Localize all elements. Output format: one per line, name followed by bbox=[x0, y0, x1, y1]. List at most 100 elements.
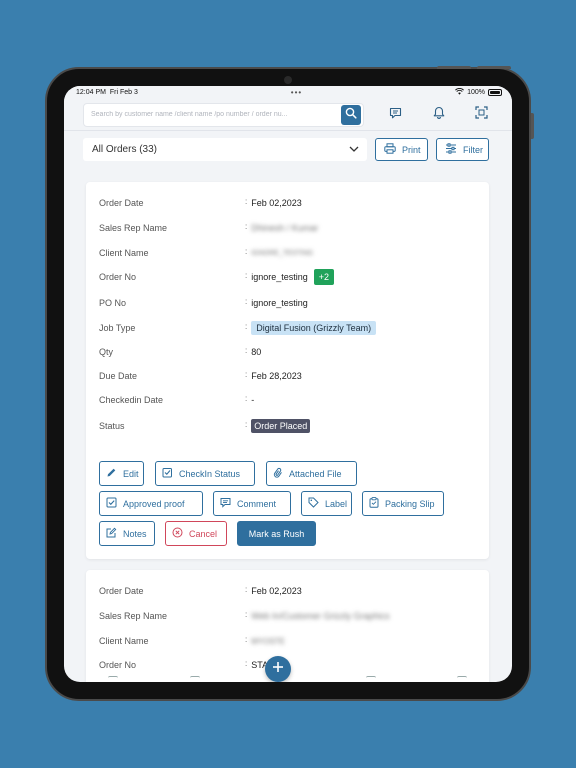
field-label: Order Date bbox=[99, 198, 144, 208]
message-icon bbox=[389, 106, 402, 124]
job-type-badge: Digital Fusion (Grizzly Team) bbox=[251, 321, 377, 335]
field-label: Order No bbox=[99, 660, 137, 670]
label-label: Label bbox=[325, 498, 348, 509]
print-label: Print bbox=[402, 144, 421, 155]
search-button[interactable] bbox=[341, 104, 361, 125]
battery-icon bbox=[488, 89, 502, 96]
tablet-frame: 12:04 PM Fri Feb 3 ••• 100% Search by cu… bbox=[45, 66, 534, 701]
field-label: Order No bbox=[99, 272, 137, 282]
field-separator: : bbox=[245, 321, 248, 331]
tab-icon[interactable] bbox=[108, 676, 118, 681]
attached-file-button[interactable]: Attached File bbox=[266, 461, 357, 486]
tag-icon bbox=[308, 497, 319, 510]
field-sales-rep: Sales Rep Name : Web In/Customer Grizzly… bbox=[99, 610, 390, 622]
mark-as-rush-button[interactable]: Mark as Rush bbox=[237, 521, 316, 546]
cancel-label: Cancel bbox=[189, 528, 218, 539]
notes-label: Notes bbox=[123, 528, 147, 539]
field-value: ignore_testing bbox=[251, 272, 308, 282]
checkin-status-button[interactable]: CheckIn Status bbox=[155, 461, 255, 486]
field-separator: : bbox=[245, 221, 248, 231]
mark-as-rush-label: Mark as Rush bbox=[248, 528, 305, 539]
approved-proof-button[interactable]: Approved proof bbox=[99, 491, 203, 516]
field-label: Checkedin Date bbox=[99, 395, 164, 405]
field-job-type: Job Type : Digital Fusion (Grizzly Team) bbox=[99, 321, 377, 335]
field-label: Due Date bbox=[99, 371, 138, 381]
note-edit-icon bbox=[106, 527, 117, 540]
field-client-name: Client Name : MYOSTE bbox=[99, 634, 285, 647]
filter-button[interactable]: Filter bbox=[436, 138, 489, 161]
notifications-button[interactable] bbox=[417, 103, 460, 127]
hardware-button bbox=[437, 66, 471, 69]
battery-percent: 100% bbox=[467, 89, 485, 96]
status-time: 12:04 PM bbox=[76, 89, 106, 96]
field-separator: : bbox=[245, 584, 248, 594]
field-separator: : bbox=[245, 246, 248, 256]
bell-icon bbox=[433, 106, 445, 124]
field-label: Sales Rep Name bbox=[99, 223, 168, 233]
field-due-date: Due Date : Feb 28,2023 bbox=[99, 370, 302, 382]
field-value: ignore_testing bbox=[251, 298, 308, 308]
status-badge: Order Placed bbox=[251, 419, 311, 433]
field-value: Feb 02,2023 bbox=[251, 586, 302, 596]
orders-list: Order Date : Feb 02,2023 Sales Rep Name … bbox=[64, 168, 512, 682]
field-value: 80 bbox=[251, 347, 262, 357]
field-checkedin-date: Checkedin Date : - bbox=[99, 394, 255, 406]
field-client-name: Client Name : IGNORE_TESTING bbox=[99, 246, 314, 259]
orders-filter-dropdown[interactable]: All Orders (33) bbox=[83, 138, 367, 161]
field-separator: : bbox=[245, 658, 248, 668]
scan-icon bbox=[475, 105, 488, 124]
field-order-date: Order Date : Feb 02,2023 bbox=[99, 197, 302, 209]
tab-icon[interactable] bbox=[366, 676, 376, 681]
chevron-down-icon bbox=[349, 144, 359, 155]
field-value: - bbox=[251, 395, 255, 405]
tab-icon[interactable] bbox=[457, 676, 467, 681]
label-button[interactable]: Label bbox=[301, 491, 352, 516]
printer-icon bbox=[384, 143, 396, 156]
status-date: Fri Feb 3 bbox=[109, 89, 138, 96]
field-separator: : bbox=[245, 296, 248, 306]
field-po-no: PO No : ignore_testing bbox=[99, 296, 308, 309]
scan-button[interactable] bbox=[460, 103, 503, 127]
close-circle-icon bbox=[172, 527, 183, 540]
add-order-button[interactable] bbox=[265, 656, 291, 682]
packing-slip-label: Packing Slip bbox=[385, 498, 435, 509]
hardware-button bbox=[531, 113, 534, 139]
checkbox-edit-icon bbox=[162, 467, 173, 480]
dropdown-selected-value: All Orders (33) bbox=[92, 144, 158, 155]
field-label: Sales Rep Name bbox=[99, 611, 168, 621]
search-input[interactable] bbox=[91, 111, 341, 118]
field-status: Status : Order Placed bbox=[99, 419, 311, 433]
approved-proof-label: Approved proof bbox=[123, 498, 185, 509]
wifi-icon bbox=[455, 88, 465, 97]
print-button[interactable]: Print bbox=[375, 138, 428, 161]
messages-button[interactable] bbox=[374, 103, 417, 127]
field-order-no: Order No : STA bbox=[99, 658, 268, 671]
field-separator: : bbox=[245, 634, 248, 644]
field-label: Qty bbox=[99, 347, 114, 357]
plus-icon bbox=[272, 660, 284, 678]
tab-icon[interactable] bbox=[190, 676, 200, 681]
field-label: Client Name bbox=[99, 636, 149, 646]
multitask-dots[interactable]: ••• bbox=[291, 88, 302, 97]
field-label: PO No bbox=[99, 298, 127, 308]
comment-button[interactable]: Comment bbox=[213, 491, 291, 516]
comment-label: Comment bbox=[237, 498, 277, 509]
field-value: Web In/Customer Grizzly Graphics bbox=[251, 611, 390, 621]
edit-button[interactable]: Edit bbox=[99, 461, 144, 486]
paperclip-icon bbox=[273, 467, 283, 481]
field-label: Status bbox=[99, 421, 125, 431]
notes-button[interactable]: Notes bbox=[99, 521, 155, 546]
cancel-button[interactable]: Cancel bbox=[165, 521, 227, 546]
more-orders-badge[interactable]: +2 bbox=[313, 269, 335, 285]
sliders-icon bbox=[445, 143, 457, 156]
packing-slip-button[interactable]: Packing Slip bbox=[362, 491, 444, 516]
field-qty: Qty : 80 bbox=[99, 345, 262, 358]
order-card: Order Date : Feb 02,2023 Sales Rep Name … bbox=[86, 182, 489, 559]
search-bar bbox=[83, 102, 364, 127]
app-screen: 12:04 PM Fri Feb 3 ••• 100% Search by cu… bbox=[64, 86, 512, 682]
edit-label: Edit bbox=[123, 468, 139, 479]
pencil-icon bbox=[106, 467, 117, 480]
field-separator: : bbox=[245, 345, 248, 355]
field-order-date: Order Date : Feb 02,2023 bbox=[99, 584, 302, 597]
field-value: IGNORE_TESTING bbox=[251, 249, 314, 257]
